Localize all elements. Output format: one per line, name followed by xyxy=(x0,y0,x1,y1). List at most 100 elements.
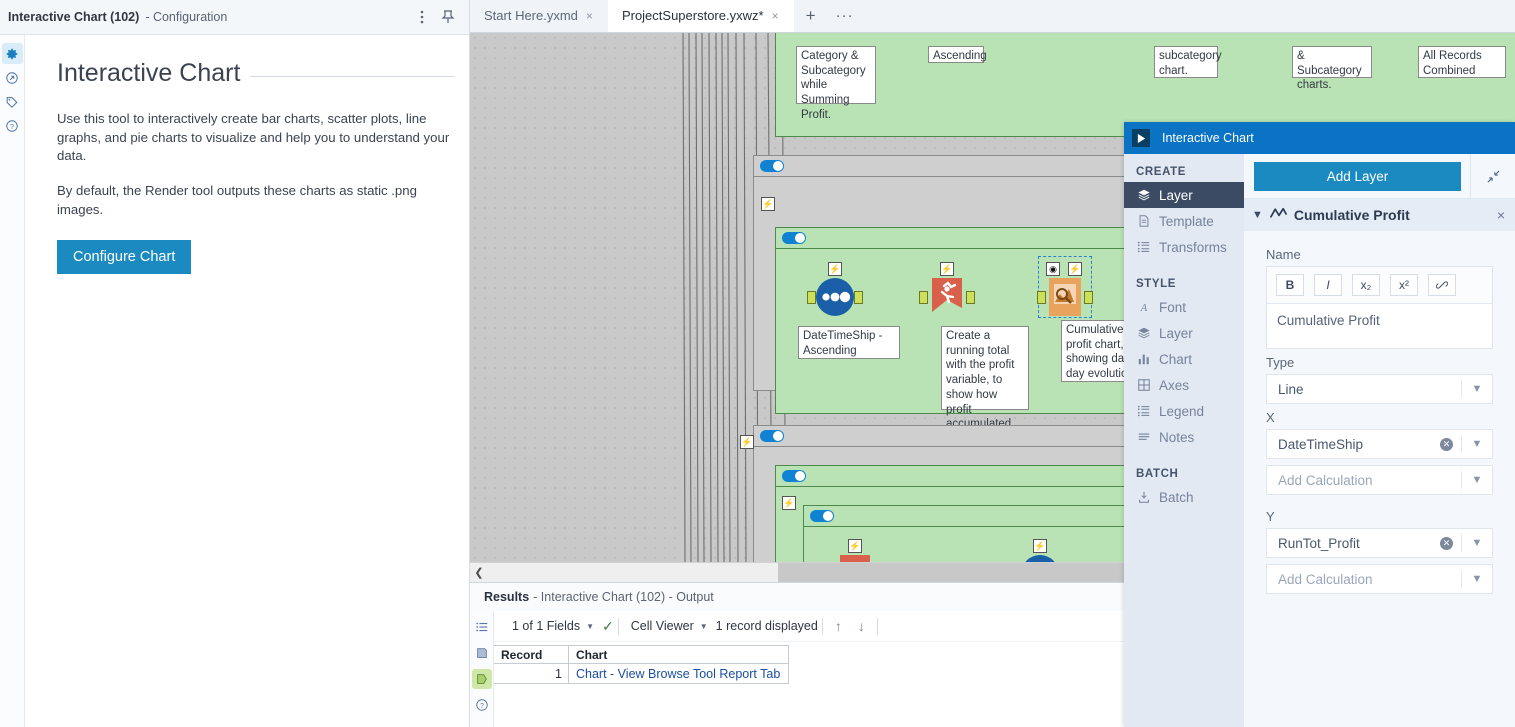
type-select-value: Line xyxy=(1278,381,1304,397)
scroll-down-icon[interactable]: ↓ xyxy=(850,618,873,634)
configure-chart-button[interactable]: Configure Chart xyxy=(57,239,192,274)
canvas-comment[interactable]: & Subcategory charts. xyxy=(1292,46,1372,91)
container-toggle[interactable] xyxy=(760,430,784,442)
canvas-comment[interactable]: Category & Subcategory while Summing Pro… xyxy=(796,46,876,121)
y-add-calculation-select[interactable]: Add Calculation ▼ xyxy=(1266,564,1493,594)
chevron-down-icon[interactable]: ▼ xyxy=(1462,573,1492,585)
y-field-select[interactable]: RunTot_Profit ✕ ▼ xyxy=(1266,528,1493,558)
canvas-comment[interactable]: Create a running total with the profit v… xyxy=(941,326,1029,445)
fields-selector[interactable]: 1 of 1 Fields ▼ xyxy=(504,619,602,633)
annotation-icon[interactable] xyxy=(2,67,23,88)
sidebar-item-layer-create[interactable]: Layer xyxy=(1124,182,1244,208)
chevron-down-icon[interactable]: ▼ xyxy=(1462,438,1492,450)
tag-icon[interactable] xyxy=(2,91,23,112)
canvas-comment[interactable]: All Records Combined xyxy=(1418,46,1506,78)
container-toggle[interactable] xyxy=(782,470,806,482)
tab-label: Start Here.yxmd xyxy=(484,8,578,23)
sidebar-item-label: Layer xyxy=(1159,325,1193,341)
tab-overflow-button[interactable]: ··· xyxy=(828,0,862,32)
running-total-tool[interactable]: ⚡ xyxy=(919,262,975,318)
chevron-down-icon[interactable]: ▼ xyxy=(700,622,708,631)
scroll-up-icon[interactable]: ↑ xyxy=(827,618,850,634)
pin-icon[interactable] xyxy=(435,4,461,30)
configuration-rail: ? xyxy=(0,35,25,727)
metadata-icon[interactable] xyxy=(472,643,492,663)
new-tab-button[interactable]: + xyxy=(794,0,828,32)
sidebar-item-batch[interactable]: Batch xyxy=(1124,484,1244,510)
overflow-menu-icon[interactable] xyxy=(409,4,435,30)
type-select[interactable]: Line ▼ xyxy=(1266,374,1493,404)
sidebar-item-layer-style[interactable]: Layer xyxy=(1124,320,1244,346)
apply-icon[interactable]: ✓ xyxy=(602,618,614,635)
tool-input-port[interactable] xyxy=(807,291,816,304)
cell-chart-link[interactable]: Chart - View Browse Tool Report Tab xyxy=(569,664,789,684)
canvas-comment[interactable]: subcategory chart. xyxy=(1154,46,1222,78)
container-toggle[interactable] xyxy=(782,232,806,244)
interactive-chart-body: CREATE Layer Template Transforms STYLE A… xyxy=(1124,154,1515,727)
layer-header[interactable]: ▼ Cumulative Profit × xyxy=(1244,199,1515,231)
tool-output-port[interactable] xyxy=(854,291,863,304)
help-icon[interactable]: ? xyxy=(472,695,492,715)
x-field-select[interactable]: DateTimeShip ✕ ▼ xyxy=(1266,429,1493,459)
description-paragraph-1: Use this tool to interactively create ba… xyxy=(57,111,450,164)
close-icon[interactable]: × xyxy=(1497,207,1505,223)
batch-icon xyxy=(1136,490,1151,504)
sidebar-item-label: Legend xyxy=(1159,403,1205,419)
template-icon xyxy=(1136,214,1151,228)
sidebar-item-axes[interactable]: Axes xyxy=(1124,372,1244,398)
add-layer-button[interactable]: Add Layer xyxy=(1254,162,1461,191)
results-rail: ? xyxy=(470,611,494,727)
configuration-content: Interactive Chart Use this tool to inter… xyxy=(25,35,469,727)
sort-tool[interactable]: ⚡ xyxy=(807,262,863,318)
container-toggle[interactable] xyxy=(760,160,784,172)
x-add-calculation-select[interactable]: Add Calculation ▼ xyxy=(1266,465,1493,495)
list-icon[interactable] xyxy=(472,617,492,637)
close-icon[interactable]: × xyxy=(586,9,593,23)
cell-viewer-selector[interactable]: Cell Viewer ▼ xyxy=(623,619,716,633)
help-icon[interactable]: ? xyxy=(2,115,23,136)
italic-button[interactable]: I xyxy=(1314,274,1342,296)
container-toggle[interactable] xyxy=(810,510,834,522)
clear-icon[interactable]: ✕ xyxy=(1440,536,1453,550)
sidebar-item-notes[interactable]: Notes xyxy=(1124,424,1244,450)
subscript-button[interactable]: x₂ xyxy=(1352,274,1380,296)
sidebar-item-label: Chart xyxy=(1159,351,1193,367)
tab-project-superstore[interactable]: ProjectSuperstore.yxwz* × xyxy=(607,0,794,32)
name-editor[interactable]: B I x₂ x² Cumulative Profit xyxy=(1266,266,1493,349)
chevron-down-icon[interactable]: ▼ xyxy=(1462,383,1492,395)
clear-icon[interactable]: ✕ xyxy=(1440,437,1453,451)
tool-input-port[interactable] xyxy=(1037,291,1046,304)
collapse-all-icon[interactable] xyxy=(1470,154,1515,198)
canvas-comment[interactable]: Ascending xyxy=(928,46,987,63)
lightning-badge-icon: ⚡ xyxy=(1068,262,1082,276)
canvas-comment[interactable]: DateTimeShip - Ascending xyxy=(798,326,900,359)
chevron-down-icon[interactable]: ▼ xyxy=(1252,209,1263,221)
filter-tool[interactable]: ⚡ xyxy=(834,539,876,562)
scroll-left-icon[interactable]: ❮ xyxy=(470,563,488,583)
breakpoint-badge-icon: ◉ xyxy=(1046,262,1060,276)
svg-text:?: ? xyxy=(10,123,14,130)
tab-start-here[interactable]: Start Here.yxmd × xyxy=(470,0,608,32)
close-icon[interactable]: × xyxy=(772,9,779,23)
interactive-chart-panel: Interactive Chart CREATE Layer Template xyxy=(1124,122,1515,727)
sidebar-item-font[interactable]: A Font xyxy=(1124,294,1244,320)
sidebar-item-chart[interactable]: Chart xyxy=(1124,346,1244,372)
output-anchor-icon[interactable] xyxy=(471,669,492,689)
layers-icon xyxy=(1136,188,1151,202)
sidebar-item-template[interactable]: Template xyxy=(1124,208,1244,234)
name-input[interactable]: Cumulative Profit xyxy=(1267,304,1492,348)
tool-output-port[interactable] xyxy=(966,291,975,304)
sidebar-item-legend[interactable]: Legend xyxy=(1124,398,1244,424)
gear-icon[interactable] xyxy=(1,43,23,64)
chevron-down-icon[interactable]: ▼ xyxy=(1462,474,1492,486)
interactive-chart-tool[interactable]: ◉ ⚡ xyxy=(1037,256,1093,318)
tool-input-port[interactable] xyxy=(919,291,928,304)
tool-output-port[interactable] xyxy=(1084,291,1093,304)
sidebar-item-transforms[interactable]: Transforms xyxy=(1124,234,1244,260)
link-button[interactable] xyxy=(1428,274,1456,296)
sort-tool[interactable]: ⚡ xyxy=(1019,539,1061,562)
superscript-button[interactable]: x² xyxy=(1390,274,1418,296)
chevron-down-icon[interactable]: ▼ xyxy=(1462,537,1492,549)
chevron-down-icon[interactable]: ▼ xyxy=(586,622,594,631)
bold-button[interactable]: B xyxy=(1276,274,1304,296)
